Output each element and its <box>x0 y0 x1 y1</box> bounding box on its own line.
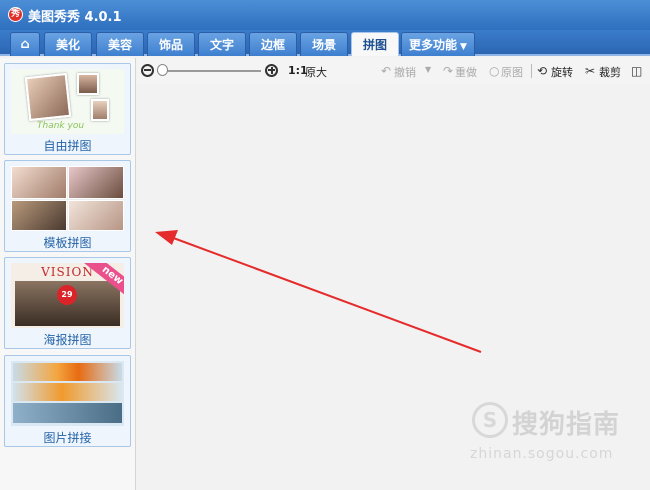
arrow-shaft <box>167 235 482 353</box>
arrow-head <box>155 230 178 245</box>
sogou-watermark-logo-icon: S <box>472 402 508 438</box>
watermark-url: zhinan.sogou.com <box>470 446 614 462</box>
watermark-text: 搜狗指南 <box>512 410 621 440</box>
